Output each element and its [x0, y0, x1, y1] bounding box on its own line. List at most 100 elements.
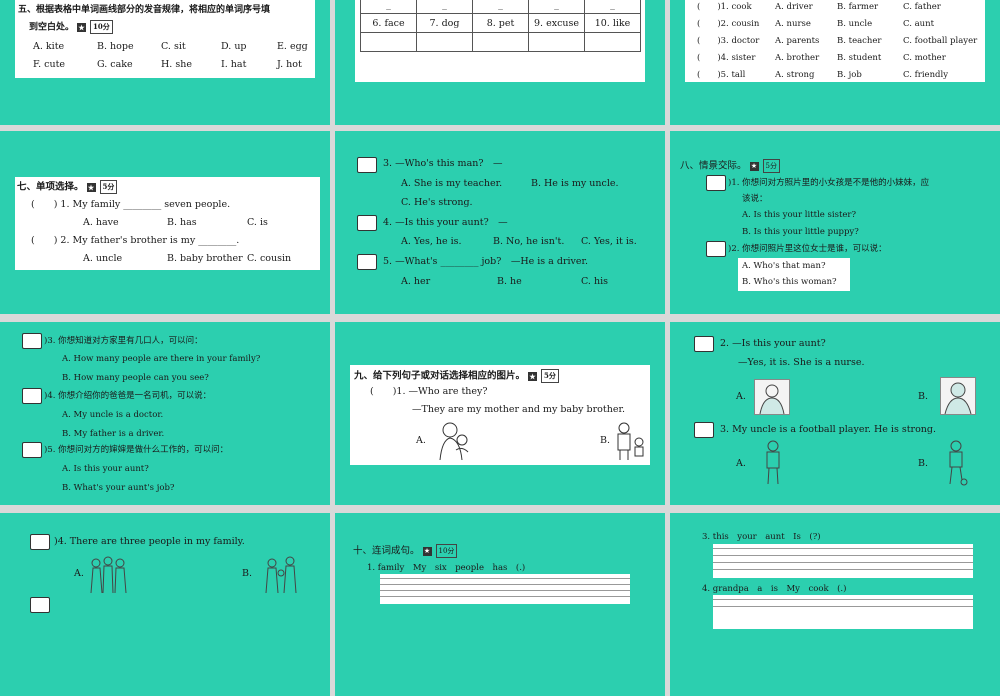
slide-8: 九、给下列句子或对话选择相应的图片。 ★ 5分 ( )1. —Who are the…: [335, 322, 665, 505]
option: B. hope: [97, 41, 134, 52]
picture-a[interactable]: [762, 440, 784, 486]
option-a-label: A.: [74, 568, 84, 579]
mother-baby-picture[interactable]: [434, 420, 478, 462]
option: C. football player: [903, 36, 978, 46]
section-title: 八、情景交际。: [680, 160, 747, 172]
writing-line: [713, 548, 973, 549]
writing-line: [380, 590, 630, 591]
option: B. What's your aunt's job?: [62, 483, 175, 493]
section-title: 九、给下列句子或对话选择相应的图片。: [354, 370, 526, 382]
answer-box[interactable]: [706, 175, 726, 191]
option: A. her: [401, 276, 431, 287]
option: A. have: [83, 217, 119, 228]
answer-box[interactable]: [22, 388, 42, 404]
option-b-label: B.: [242, 568, 253, 579]
score-badge: 10分: [90, 20, 113, 34]
picture-b[interactable]: [944, 440, 968, 486]
star-icon: ★: [422, 546, 432, 556]
slide-11: 十、连词成句。 ★ 10分 1. family My six people has …: [335, 513, 665, 696]
picture-b[interactable]: [940, 377, 976, 415]
option: A. Is this your aunt?: [62, 464, 149, 474]
option: C. Yes, it is.: [581, 236, 637, 247]
question-3: )3. 你想知道对方家里有几口人，可以问：: [44, 336, 203, 346]
family-of-three-icon: [265, 556, 297, 594]
option: B. baby brother: [167, 253, 243, 264]
star-icon: ★: [77, 22, 87, 32]
option: C. friendly: [903, 70, 948, 80]
question-3: 3. My uncle is a football player. He is …: [720, 424, 937, 435]
table-card: _ _ _ _ _ 6. face 7. dog 8. pet 9. excuse 10. li…: [355, 0, 645, 82]
question-1: ( ) 1. My family ________ seven people.: [31, 199, 231, 210]
answer-box[interactable]: [357, 254, 377, 270]
option: F. cute: [33, 59, 66, 70]
answer-box[interactable]: [30, 597, 50, 613]
section-heading: 八、情景交际。 ★ 5分: [680, 159, 780, 173]
picture-a[interactable]: [754, 379, 790, 415]
option-b-label: B.: [918, 458, 929, 469]
writing-line: [380, 596, 630, 597]
option-b-label: B.: [600, 435, 611, 446]
father-child-picture[interactable]: [612, 420, 648, 462]
question-1: )1. 你想问对方照片里的小女孩是不是他的小妹妹，应: [728, 178, 930, 188]
option: B. How many people can you see?: [62, 373, 209, 383]
section-heading: 九、给下列句子或对话选择相应的图片。 ★ 5分: [354, 369, 559, 383]
question-row: ( )3. doctor: [697, 36, 760, 46]
option: H. she: [161, 59, 192, 70]
writing-line: [713, 555, 973, 556]
writing-lines[interactable]: [713, 595, 973, 629]
slide-12: 3. this your aunt Is (?) 4. grandpa a is…: [670, 513, 1000, 696]
slide-2: _ _ _ _ _ 6. face 7. dog 8. pet 9. excuse 10. li…: [335, 0, 665, 125]
question-2: ( ) 2. My father's brother is my _______…: [31, 235, 240, 246]
question-row: ( )2. cousin: [697, 19, 760, 29]
option: A. Yes, he is.: [401, 236, 462, 247]
man-icon: [766, 440, 780, 485]
answer-box[interactable]: [706, 241, 726, 257]
slide-10: )4. There are three people in my family.…: [0, 513, 330, 696]
question-3: 3. this your aunt Is (?): [702, 532, 821, 542]
writing-line: [713, 562, 973, 563]
writing-lines[interactable]: [713, 544, 973, 578]
question-5: )5. 你想问对方的婶婶是做什么工作的，可以问：: [44, 445, 229, 455]
section-title: 七、单项选择。: [17, 181, 84, 193]
star-icon: ★: [86, 182, 96, 192]
answer-box[interactable]: [357, 215, 377, 231]
option: C. his: [581, 276, 609, 287]
answer-box[interactable]: [694, 336, 714, 352]
word-table: _ _ _ _ _ 6. face 7. dog 8. pet 9. excuse 10. li…: [360, 0, 641, 52]
answer-box[interactable]: [22, 333, 42, 349]
option: A. nurse: [775, 19, 811, 29]
option: J. hot: [277, 59, 302, 70]
mother-baby-icon: [439, 422, 469, 461]
option: B. uncle: [837, 19, 873, 29]
option: B. teacher: [837, 36, 882, 46]
question-card: ( )1. cook A. driver B. farmer C. father…: [685, 0, 985, 82]
answer-box[interactable]: [30, 534, 50, 550]
option: A. kite: [33, 41, 65, 52]
option: C. is: [247, 217, 268, 228]
question-card: 五、根据表格中单词画线部分的发音规律，将相应的单词序号填 到空白处。 ★ 10分 A…: [15, 0, 315, 78]
question-card: 九、给下列句子或对话选择相应的图片。 ★ 5分 ( )1. —Who are the…: [350, 365, 650, 465]
word-cell: 10. like: [584, 13, 641, 33]
answer-box[interactable]: [357, 157, 377, 173]
option: A. Is this your little sister?: [742, 210, 857, 220]
slide-9: 2. —Is this your aunt? —Yes, it is. She …: [670, 322, 1000, 505]
answer-box[interactable]: [22, 442, 42, 458]
option: C. cousin: [247, 253, 292, 264]
section-heading: 七、单项选择。 ★ 5分: [17, 180, 118, 194]
option: A. driver: [775, 2, 813, 12]
question-1-answer: —They are my mother and my baby brother.: [412, 404, 625, 415]
question-1-cont: 该说：: [742, 194, 768, 204]
option: B. My father is a driver.: [62, 429, 165, 439]
option: B. has: [167, 217, 197, 228]
writing-line: [380, 584, 630, 585]
option: A. Who's that man?: [742, 261, 826, 271]
option-a-label: A.: [736, 458, 746, 469]
word-cell: 7. dog: [416, 13, 473, 33]
answer-box[interactable]: [694, 422, 714, 438]
picture-b[interactable]: [262, 553, 302, 594]
option: B. Who's this woman?: [742, 277, 837, 287]
option-b-label: B.: [918, 391, 929, 402]
picture-a[interactable]: [88, 553, 132, 594]
option: B. he: [497, 276, 522, 287]
section-heading: 十、连词成句。 ★ 10分: [353, 544, 458, 558]
